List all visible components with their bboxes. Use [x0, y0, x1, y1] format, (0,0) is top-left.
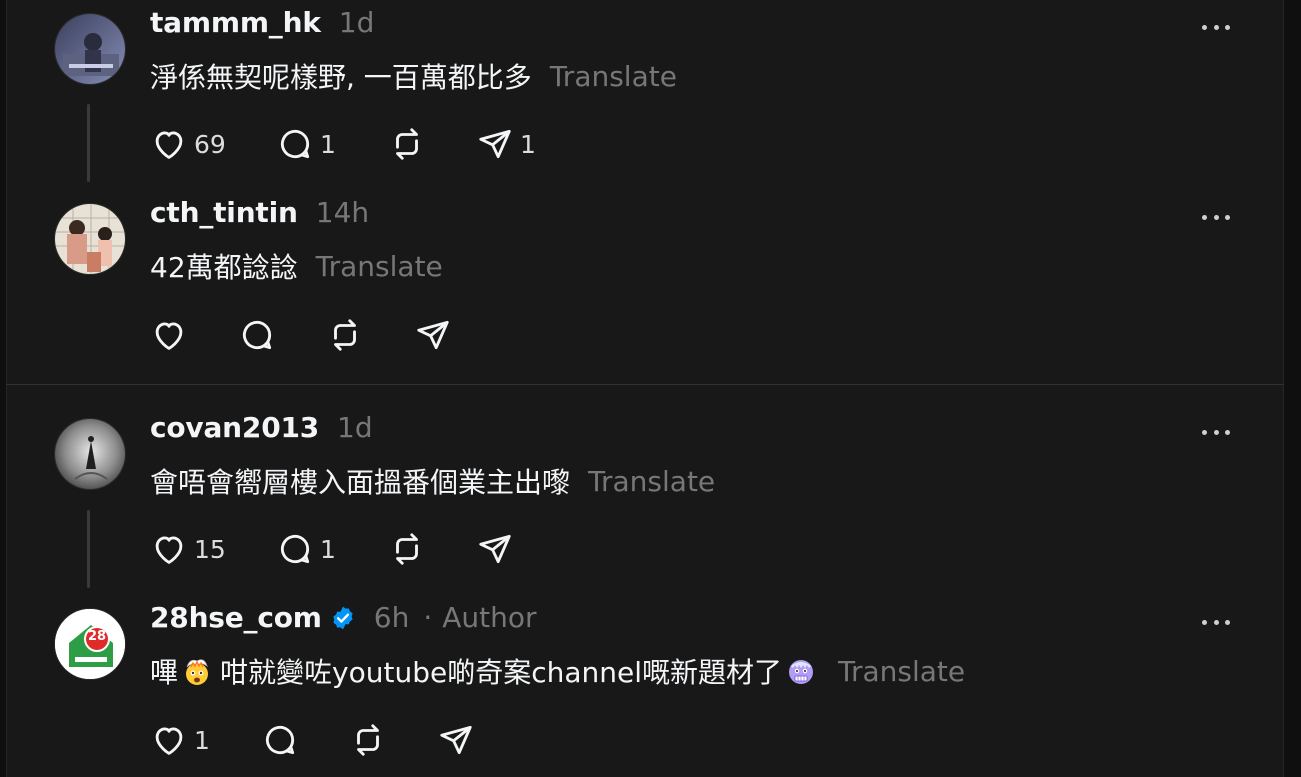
repost-icon — [357, 724, 379, 756]
username[interactable]: tammm_hk — [150, 6, 321, 39]
reply-button[interactable] — [261, 720, 299, 760]
repost-icon — [396, 533, 418, 565]
post-text: 42萬都諗諗 Translate — [150, 246, 443, 286]
post-text-part2: 咁就變咗youtube啲奇案channel嘅新題材了 — [220, 656, 782, 689]
avatar[interactable] — [54, 203, 126, 275]
like-count: 69 — [194, 129, 226, 159]
avatar[interactable] — [54, 13, 126, 85]
like-button[interactable]: 1 — [150, 720, 210, 760]
like-count: 1 — [194, 725, 210, 755]
username[interactable]: covan2013 — [150, 411, 319, 444]
avatar[interactable] — [54, 418, 126, 490]
repost-icon — [396, 128, 418, 160]
post-text-body: 淨係無契呢樣野, 一百萬都比多 — [150, 61, 532, 94]
more-icon[interactable] — [1202, 210, 1230, 224]
timestamp[interactable]: 1d — [339, 6, 375, 39]
repost-icon — [334, 319, 356, 351]
timestamp[interactable]: 14h — [316, 196, 369, 229]
like-count: 15 — [194, 534, 226, 564]
username[interactable]: 28hse_com — [150, 601, 322, 634]
repost-button[interactable] — [388, 124, 426, 164]
reply-count: 1 — [320, 534, 336, 564]
translate-link[interactable]: Translate — [550, 60, 677, 93]
thread-line — [87, 510, 90, 588]
heart-icon — [155, 322, 183, 350]
separator-dot: · — [423, 601, 433, 634]
comment-icon — [280, 534, 310, 564]
share-icon — [479, 129, 511, 159]
share-icon — [479, 534, 511, 564]
thread-separator — [6, 384, 1284, 385]
more-icon[interactable] — [1202, 425, 1230, 439]
like-button[interactable]: 15 — [150, 529, 226, 569]
share-button[interactable]: 1 — [476, 124, 536, 164]
verified-icon — [333, 606, 353, 630]
cold-face-emoji-icon — [789, 660, 813, 684]
share-icon — [417, 320, 449, 350]
heart-icon — [155, 131, 183, 159]
post-text-body: 42萬都諗諗 — [150, 251, 298, 284]
reply-button[interactable] — [238, 315, 276, 355]
like-button[interactable]: 69 — [150, 124, 226, 164]
share-button[interactable] — [476, 529, 514, 569]
translate-link[interactable]: Translate — [316, 250, 443, 283]
more-icon[interactable] — [1202, 20, 1230, 34]
repost-button[interactable] — [388, 529, 426, 569]
timestamp[interactable]: 6h — [374, 601, 410, 634]
post-text: 會唔會嚮層樓入面搵番個業主出嚟 Translate — [150, 461, 715, 501]
repost-button[interactable] — [326, 315, 364, 355]
share-button[interactable] — [414, 315, 452, 355]
username[interactable]: cth_tintin — [150, 196, 298, 229]
author-label: Author — [442, 601, 537, 634]
reply-button[interactable]: 1 — [276, 124, 336, 164]
share-count: 1 — [520, 129, 536, 159]
post-text: 嗶 咁就變咗youtube啲奇案channel嘅新題材了 Translate — [150, 651, 965, 691]
comment-icon — [280, 129, 310, 159]
more-icon[interactable] — [1202, 615, 1230, 629]
comment-icon — [242, 320, 272, 350]
translate-link[interactable]: Translate — [588, 465, 715, 498]
exploding-head-emoji-icon — [186, 659, 209, 685]
post-text-body: 會唔會嚮層樓入面搵番個業主出嚟 — [150, 466, 571, 499]
avatar[interactable]: 28 — [54, 608, 126, 680]
like-button[interactable] — [150, 315, 188, 355]
translate-link[interactable]: Translate — [838, 655, 965, 688]
reply-button[interactable]: 1 — [276, 529, 336, 569]
share-icon — [440, 725, 472, 755]
post-text: 淨係無契呢樣野, 一百萬都比多 Translate — [150, 56, 677, 96]
thread-line — [87, 104, 90, 182]
post-text-part1: 嗶 — [150, 656, 179, 689]
repost-button[interactable] — [349, 720, 387, 760]
avatar-logo-text: 28 — [87, 629, 107, 644]
share-button[interactable] — [437, 720, 475, 760]
heart-icon — [155, 536, 183, 564]
reply-count: 1 — [320, 129, 336, 159]
timestamp[interactable]: 1d — [337, 411, 373, 444]
comment-icon — [265, 725, 295, 755]
heart-icon — [155, 727, 183, 755]
